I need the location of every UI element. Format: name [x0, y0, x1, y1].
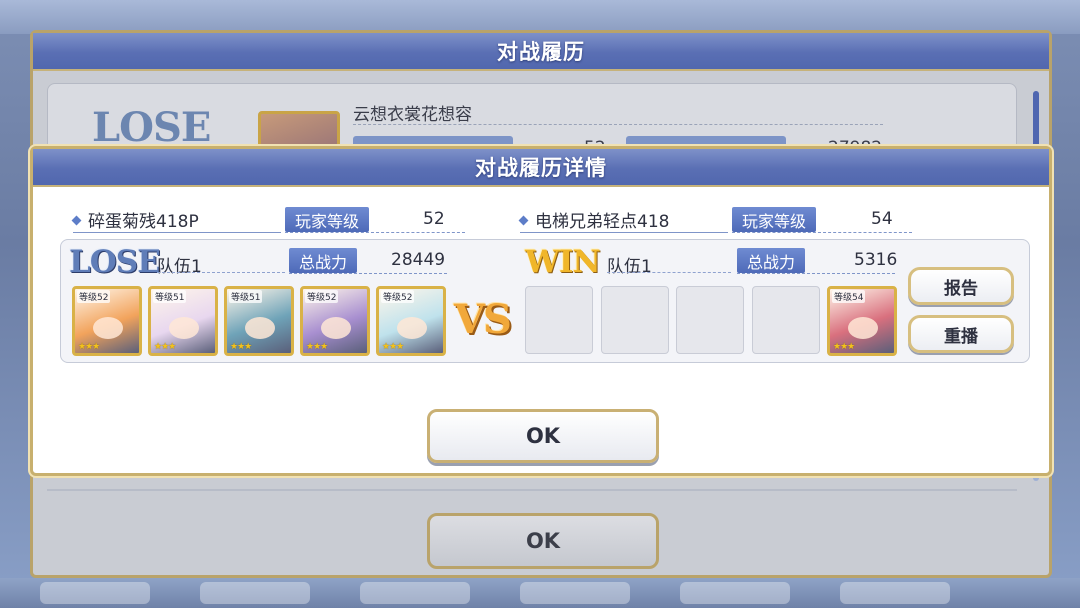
list-divider: [47, 489, 1017, 491]
left-player-name: 碎蛋菊残418P: [71, 207, 199, 232]
unit-stars: ★★★: [230, 342, 252, 352]
replay-button[interactable]: 重播: [908, 315, 1014, 353]
entry-result: LOSE: [92, 104, 211, 151]
name-underline: [73, 232, 281, 233]
right-level-value: 54: [871, 209, 893, 229]
right-player-info: 电梯兄弟轻点418 玩家等级 54: [518, 207, 960, 233]
unit-stars: ★★★: [306, 342, 328, 352]
unit-portrait: [169, 317, 199, 339]
level-dash: [285, 232, 465, 233]
power-dash: [737, 273, 895, 274]
left-unit-3[interactable]: 等级51 ★★★: [224, 286, 294, 356]
unit-portrait: [397, 317, 427, 339]
team-comparison: LOSE 队伍1 总战力 28449 等级52 ★★★ 等级51 ★★★ 等级5…: [60, 239, 1030, 363]
unit-portrait: [93, 317, 123, 339]
diamond-icon: [518, 215, 529, 225]
right-team-label: 队伍1: [607, 257, 652, 277]
top-bar: [0, 0, 1080, 34]
battle-detail-modal: 对战履历详情 碎蛋菊残418P 玩家等级 52 电梯兄弟轻点418 玩家等级 5…: [30, 146, 1052, 476]
unit-portrait: [245, 317, 275, 339]
unit-stars: ★★★: [78, 342, 100, 352]
left-result-lose: LOSE: [69, 244, 161, 280]
right-power-value: 5316: [854, 250, 898, 270]
left-power-value: 28449: [391, 250, 446, 270]
ok-button[interactable]: OK: [427, 409, 659, 463]
unit-stars: ★★★: [833, 342, 855, 352]
diamond-icon: [71, 215, 82, 225]
unit-portrait: [321, 317, 351, 339]
unit-level: 等级51: [229, 290, 263, 303]
unit-level: 等级52: [305, 290, 339, 303]
team-dash: [157, 272, 285, 273]
left-level-tag: 玩家等级: [285, 207, 370, 232]
right-power-tag: 总战力: [737, 248, 806, 273]
empty-unit-slot: [525, 286, 593, 354]
unit-portrait: [848, 317, 878, 339]
menu-tab[interactable]: [520, 582, 630, 604]
left-unit-2[interactable]: 等级51 ★★★: [148, 286, 218, 356]
unit-stars: ★★★: [382, 342, 404, 352]
empty-unit-slot: [601, 286, 669, 354]
left-unit-4[interactable]: 等级52 ★★★: [300, 286, 370, 356]
left-power-tag: 总战力: [289, 248, 358, 273]
left-unit-1[interactable]: 等级52 ★★★: [72, 286, 142, 356]
left-player-info: 碎蛋菊残418P 玩家等级 52: [71, 207, 513, 233]
back-ok-button[interactable]: OK: [427, 513, 659, 569]
battle-detail-title: 对战履历详情: [475, 156, 607, 180]
unit-level: 等级52: [381, 290, 415, 303]
battle-history-title: 对战履历: [497, 40, 585, 64]
left-level-value: 52: [423, 209, 445, 229]
right-result-win: WIN: [525, 244, 601, 280]
report-button[interactable]: 报告: [908, 267, 1014, 305]
empty-unit-slot: [752, 286, 820, 354]
right-player-name: 电梯兄弟轻点418: [518, 207, 670, 232]
unit-stars: ★★★: [154, 342, 176, 352]
left-unit-5[interactable]: 等级52 ★★★: [376, 286, 446, 356]
menu-tab[interactable]: [200, 582, 310, 604]
right-level-tag: 玩家等级: [732, 207, 817, 232]
opponent-name: 云想衣裳花想容: [353, 105, 472, 125]
name-underline: [520, 232, 728, 233]
menu-tab[interactable]: [680, 582, 790, 604]
unit-level: 等级52: [77, 290, 111, 303]
battle-detail-header: 对战履历详情: [33, 149, 1049, 187]
right-player-name-text: 电梯兄弟轻点418: [535, 212, 670, 232]
right-unit-1[interactable]: 等级54 ★★★: [827, 286, 897, 356]
power-dash: [289, 273, 447, 274]
menu-tab[interactable]: [840, 582, 950, 604]
vs-label: VS: [454, 296, 512, 343]
unit-level: 等级54: [832, 290, 866, 303]
left-player-name-text: 碎蛋菊残418P: [88, 212, 199, 232]
battle-history-header: 对战履历: [33, 33, 1049, 71]
level-dash: [732, 232, 912, 233]
menu-tab[interactable]: [40, 582, 150, 604]
left-team-label: 队伍1: [157, 257, 202, 277]
name-divider: [353, 124, 883, 125]
bottom-menu-bar: [0, 578, 1080, 608]
unit-level: 等级51: [153, 290, 187, 303]
empty-unit-slot: [676, 286, 744, 354]
menu-tab[interactable]: [360, 582, 470, 604]
team-dash: [607, 272, 731, 273]
